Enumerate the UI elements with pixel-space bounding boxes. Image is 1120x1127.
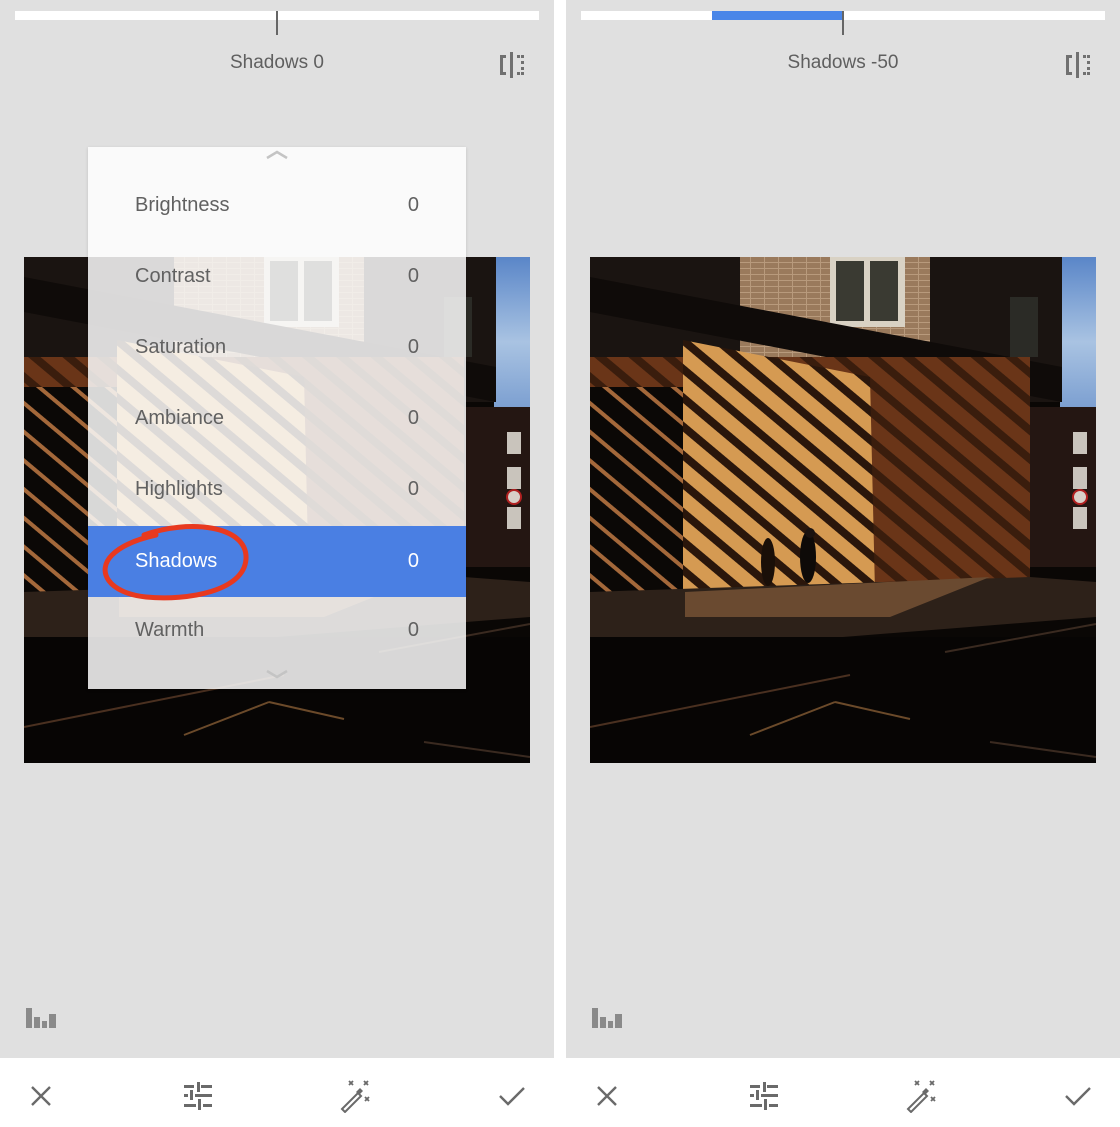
parameter-value-label: Shadows -50 bbox=[787, 52, 899, 73]
compare-split-icon[interactable] bbox=[497, 52, 527, 78]
bottom-toolbar bbox=[0, 1058, 554, 1127]
slider-center-marker bbox=[842, 11, 844, 35]
editor-panel-after: Shadows -50 bbox=[566, 0, 1120, 1127]
histogram-icon[interactable] bbox=[25, 1006, 57, 1030]
cancel-button[interactable] bbox=[589, 1078, 625, 1114]
menu-item-brightness[interactable]: Brightness 0 bbox=[88, 170, 466, 241]
auto-enhance-button[interactable] bbox=[903, 1078, 939, 1114]
magic-wand-icon bbox=[340, 1080, 370, 1113]
sliders-icon bbox=[184, 1082, 212, 1110]
cancel-button[interactable] bbox=[23, 1078, 59, 1114]
adjustment-slider[interactable] bbox=[581, 11, 1105, 35]
checkmark-icon bbox=[1065, 1087, 1091, 1106]
canvas-area: Shadows 0 Brightness 0 Contrast 0 Satura… bbox=[0, 0, 554, 1058]
adjustment-slider[interactable] bbox=[15, 11, 539, 35]
panel-divider bbox=[554, 0, 566, 1127]
histogram-icon[interactable] bbox=[591, 1006, 623, 1030]
bottom-toolbar bbox=[566, 1058, 1120, 1127]
adjust-tools-button[interactable] bbox=[180, 1078, 216, 1114]
auto-enhance-button[interactable] bbox=[337, 1078, 373, 1114]
close-icon bbox=[31, 1086, 51, 1106]
chevron-down-icon[interactable] bbox=[88, 667, 466, 686]
slider-fill bbox=[712, 11, 843, 20]
editor-panel-before: Shadows 0 Brightness 0 Contrast 0 Satura… bbox=[0, 0, 554, 1127]
menu-item-saturation[interactable]: Saturation 0 bbox=[88, 312, 466, 383]
checkmark-icon bbox=[499, 1087, 525, 1106]
parameter-value-label: Shadows 0 bbox=[229, 52, 324, 73]
adjustment-menu: Brightness 0 Contrast 0 Saturation 0 Amb… bbox=[88, 147, 466, 689]
menu-item-warmth[interactable]: Warmth 0 bbox=[88, 595, 466, 666]
close-icon bbox=[597, 1086, 617, 1106]
menu-item-highlights[interactable]: Highlights 0 bbox=[88, 454, 466, 525]
apply-button[interactable] bbox=[494, 1078, 530, 1114]
adjust-tools-button[interactable] bbox=[746, 1078, 782, 1114]
menu-item-ambiance[interactable]: Ambiance 0 bbox=[88, 383, 466, 454]
sliders-icon bbox=[750, 1082, 778, 1110]
menu-item-contrast[interactable]: Contrast 0 bbox=[88, 241, 466, 312]
magic-wand-icon bbox=[906, 1080, 936, 1113]
slider-center-marker bbox=[276, 11, 278, 35]
menu-item-shadows[interactable]: Shadows 0 bbox=[88, 526, 466, 597]
apply-button[interactable] bbox=[1060, 1078, 1096, 1114]
chevron-up-icon[interactable] bbox=[88, 147, 466, 166]
canvas-area: Shadows -50 bbox=[566, 0, 1120, 1058]
compare-split-icon[interactable] bbox=[1063, 52, 1093, 78]
photo-preview[interactable] bbox=[590, 257, 1096, 763]
